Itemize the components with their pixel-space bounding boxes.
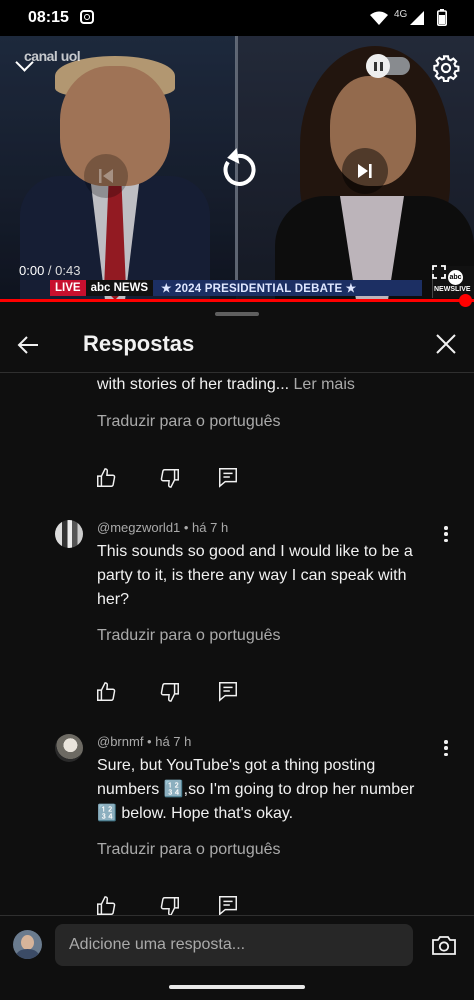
comment-meta: @brnmf • há 7 h	[97, 734, 191, 749]
status-bar: 08:15 4G	[0, 0, 474, 36]
comment-author[interactable]: @megzworld1	[97, 520, 180, 535]
camera-icon[interactable]	[431, 933, 457, 957]
translate-link[interactable]: Traduzir para o português	[97, 627, 281, 645]
video-timecode: 0:00 / 0:43	[19, 263, 80, 278]
like-icon[interactable]	[95, 467, 117, 489]
like-icon[interactable]	[95, 895, 117, 917]
replay-icon	[223, 148, 256, 186]
comment-text: with stories of her trading... Ler mais	[97, 376, 355, 393]
comment-author[interactable]: @brnmf	[97, 734, 143, 749]
my-avatar	[13, 930, 42, 959]
skip-next-icon	[358, 164, 372, 178]
reply-icon[interactable]	[217, 894, 239, 916]
sheet-title: Respostas	[83, 331, 195, 356]
replay-button[interactable]	[208, 140, 268, 200]
skip-previous-button[interactable]	[84, 154, 128, 198]
status-time: 08:15	[28, 9, 69, 26]
more-options-icon[interactable]	[444, 740, 448, 756]
avatar[interactable]	[55, 520, 83, 548]
back-arrow-icon[interactable]	[16, 333, 40, 357]
reply-bar-divider	[0, 915, 474, 916]
battery-icon	[437, 9, 447, 26]
more-options-icon[interactable]	[444, 526, 448, 542]
reply-icon[interactable]	[217, 680, 239, 702]
close-icon[interactable]	[434, 332, 458, 356]
reply-input-placeholder: Adicione uma resposta...	[69, 936, 246, 953]
comment-text: Sure, but YouTube's got a thing posting …	[97, 757, 415, 822]
progress-scrubber[interactable]	[459, 294, 472, 307]
gesture-nav-bar[interactable]	[169, 985, 305, 989]
video-player[interactable]: canal uol 0:00 / 0:43 LIVE abc NEWS ★ 20…	[0, 36, 474, 300]
skip-next-button[interactable]	[342, 148, 388, 194]
skip-previous-icon	[99, 169, 113, 183]
reply-icon[interactable]	[217, 466, 239, 488]
network-logo: abc NEWS	[85, 280, 154, 296]
translate-link[interactable]: Traduzir para o português	[97, 413, 281, 431]
time-separator: /	[44, 263, 56, 278]
comment-meta: @megzworld1 • há 7 h	[97, 520, 228, 535]
video-duration: 0:43	[55, 263, 81, 278]
comment-text: This sounds so good and I would like to …	[97, 543, 413, 608]
dislike-icon[interactable]	[159, 895, 181, 917]
video-progress-bar[interactable]	[0, 299, 474, 302]
instagram-notification-icon	[80, 10, 94, 24]
avatar[interactable]	[55, 734, 83, 762]
comment-time: • há 7 h	[143, 734, 192, 749]
fullscreen-icon[interactable]	[432, 265, 446, 279]
current-time: 0:00	[19, 263, 45, 278]
signal-icon	[410, 11, 424, 25]
read-more-link[interactable]: Ler mais	[294, 376, 355, 393]
reply-input[interactable]: Adicione uma resposta...	[55, 924, 413, 966]
channel-logo: canal uol	[24, 48, 81, 64]
live-badge: LIVE	[50, 280, 86, 296]
ticker-title: ★ 2024 PRESIDENTIAL DEBATE ★	[161, 283, 357, 295]
news-ticker: LIVE abc NEWS ★ 2024 PRESIDENTIAL DEBATE…	[50, 280, 422, 296]
dislike-icon[interactable]	[159, 467, 181, 489]
comment-time: • há 7 h	[180, 520, 229, 535]
pause-icon[interactable]	[366, 54, 390, 78]
translate-link[interactable]: Traduzir para o português	[97, 841, 281, 859]
sheet-drag-handle[interactable]	[215, 312, 259, 316]
like-icon[interactable]	[95, 681, 117, 703]
dislike-icon[interactable]	[159, 681, 181, 703]
gear-icon[interactable]	[432, 54, 460, 82]
wifi-icon	[370, 11, 388, 25]
network-type: 4G	[394, 9, 408, 20]
